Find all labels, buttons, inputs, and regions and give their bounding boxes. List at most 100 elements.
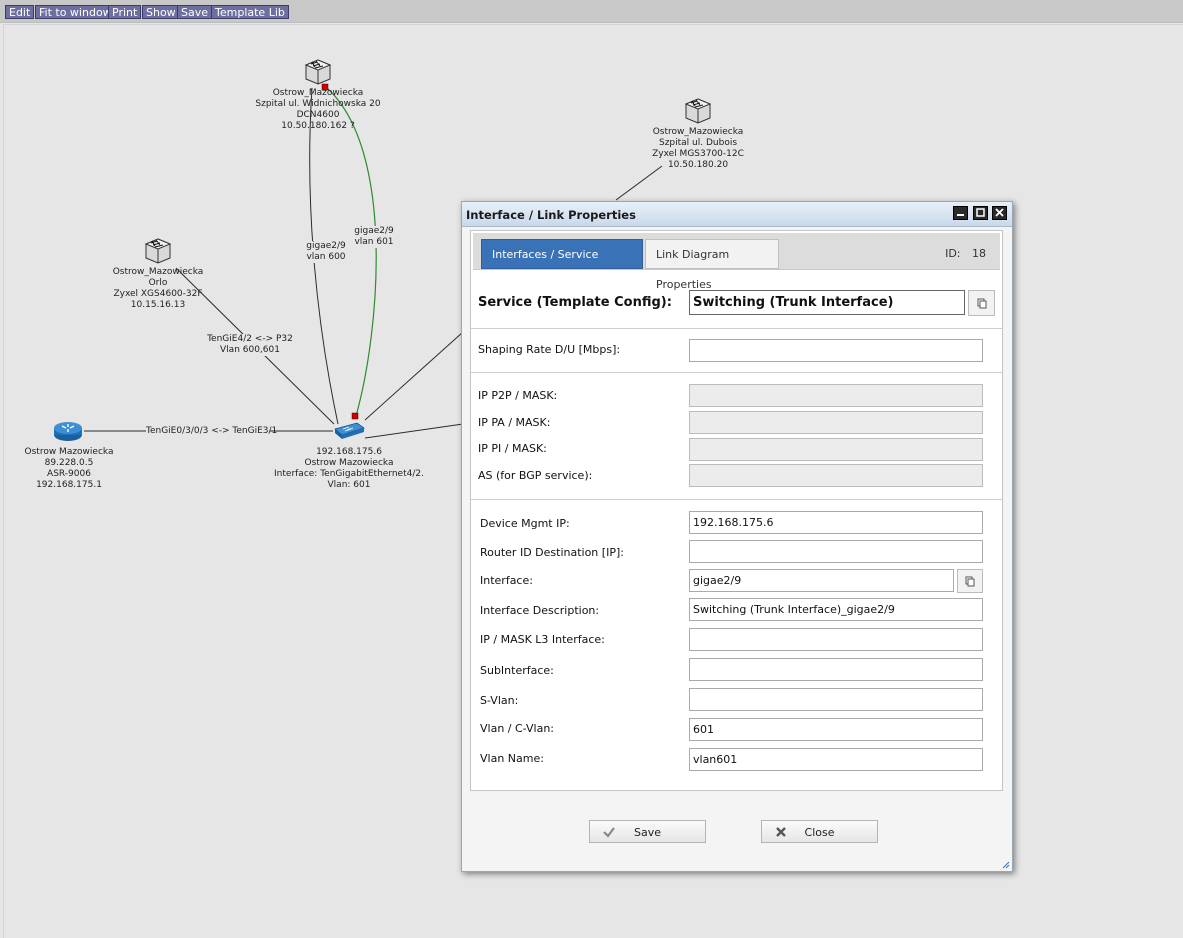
close-window-button[interactable]: [992, 206, 1007, 220]
blue-switch-icon[interactable]: [333, 421, 365, 441]
node-right-label: Ostrow_Mazowiecka Szpital ul. Dubois Zyx…: [628, 127, 768, 171]
save-button-label: Save: [633, 826, 661, 839]
interface-description-input[interactable]: Switching (Trunk Interface)_gigae2/9: [689, 598, 983, 621]
node-center-name: Ostrow Mazowiecka: [304, 458, 394, 468]
node-left-ip: 10.15.16.13: [130, 300, 186, 310]
s-vlan-label: S-Vlan:: [480, 694, 519, 707]
switch-icon[interactable]: [143, 238, 173, 264]
node-right-name: Ostrow_Mazowiecka: [652, 127, 744, 137]
tab-interfaces-service-property[interactable]: Interfaces / Service Property: [481, 239, 643, 291]
node-top-label: Ostrow_Mazowiecka Szpital ul. Widnichows…: [248, 88, 388, 132]
as-bgp-label: AS (for BGP service):: [478, 469, 593, 482]
link-label-port: TenGiE4/2 <-> P32: [207, 334, 293, 344]
as-bgp-input: [689, 464, 983, 487]
router-id-label: Router ID Destination [IP]:: [480, 546, 624, 559]
close-button-label: Close: [804, 826, 835, 839]
switch-icon[interactable]: [683, 98, 713, 124]
router-icon[interactable]: [52, 419, 84, 443]
id-label: ID:: [945, 247, 961, 260]
link-label-vlan: Vlan 600,601: [220, 345, 280, 355]
dialog-title: Interface / Link Properties: [466, 208, 636, 222]
node-right-model: Zyxel MGS3700-12C: [652, 149, 744, 159]
node-top-location: Szpital ul. Widnichowska 20: [255, 99, 381, 109]
vlan-name-label: Vlan Name:: [480, 752, 544, 765]
ip-pi-input: [689, 438, 983, 461]
record-id: ID: 18: [945, 247, 986, 260]
c-vlan-label: Vlan / C-Vlan:: [480, 722, 554, 735]
node-router-model: ASR-9006: [47, 469, 91, 479]
router-id-input[interactable]: [689, 540, 983, 563]
link-label-tengie0[interactable]: TenGiE0/3/0/3 <-> TenGiE3/1: [146, 426, 278, 437]
resize-grip-icon[interactable]: [1002, 861, 1010, 869]
ip-pi-label: IP PI / MASK:: [478, 442, 547, 455]
close-icon: [995, 208, 1004, 217]
link-center-right[interactable]: [364, 331, 464, 421]
ip-pa-input: [689, 411, 983, 434]
divider: [471, 328, 1002, 329]
node-left-name: Ostrow_Mazowiecka: [112, 267, 204, 277]
dialog-titlebar[interactable]: Interface / Link Properties: [462, 202, 1012, 227]
close-button[interactable]: Close: [761, 820, 878, 843]
interface-input[interactable]: gigae2/9: [689, 569, 954, 592]
node-top-model: DCN4600: [296, 110, 340, 120]
node-top-name: Ostrow_Mazowiecka: [272, 88, 364, 98]
link-label-vlan600[interactable]: gigae2/9 vlan 600: [300, 241, 352, 263]
s-vlan-input[interactable]: [689, 688, 983, 711]
link-label-port: gigae2/9: [354, 226, 394, 236]
link-label-vlan: vlan 601: [354, 237, 394, 247]
port-marker-center[interactable]: [351, 412, 359, 420]
ip-pa-label: IP PA / MASK:: [478, 416, 551, 429]
node-router-name: Ostrow Mazowiecka: [24, 447, 114, 457]
device-mgmt-ip-label: Device Mgmt IP:: [480, 517, 570, 530]
link-label-vlan: vlan 600: [306, 252, 346, 262]
interface-label: Interface:: [480, 574, 533, 587]
node-center-vlan: Vlan: 601: [327, 480, 371, 490]
link-label-tengie4[interactable]: TenGiE4/2 <-> P32 Vlan 600,601: [205, 334, 295, 356]
interface-description-label: Interface Description:: [480, 604, 600, 617]
link-label-port: gigae2/9: [306, 241, 346, 251]
link-label-port: TenGiE0/3/0/3 <-> TenGiE3/1: [146, 426, 278, 436]
node-left-location: Orlo: [148, 278, 168, 288]
switch-icon[interactable]: [303, 59, 333, 85]
subinterface-label: SubInterface:: [480, 664, 554, 677]
node-right-location: Szpital ul. Dubois: [658, 138, 738, 148]
shaping-rate-input[interactable]: [689, 339, 983, 362]
service-label: Service (Template Config):: [478, 295, 672, 310]
interface-link-properties-dialog: Interface / Link Properties Interfaces /…: [461, 201, 1013, 872]
service-template-select[interactable]: Switching (Trunk Interface): [689, 290, 965, 315]
tab-link-diagram-properties[interactable]: Link Diagram Properties: [645, 239, 779, 291]
copy-icon: [977, 298, 987, 309]
subinterface-input[interactable]: [689, 658, 983, 681]
save-button[interactable]: Save: [589, 820, 706, 843]
node-left-model: Zyxel XGS4600-32F: [113, 289, 203, 299]
copy-icon: [965, 576, 975, 587]
maximize-icon: [976, 208, 985, 217]
ip-mask-l3-label: IP / MASK L3 Interface:: [480, 633, 605, 646]
minimize-button[interactable]: [953, 206, 968, 220]
ip-mask-l3-input[interactable]: [689, 628, 983, 651]
node-top-ip: 10.50.180.162 ?: [281, 121, 355, 131]
node-right-ip: 10.50.180.20: [667, 160, 729, 170]
c-vlan-input[interactable]: 601: [689, 718, 983, 741]
maximize-button[interactable]: [973, 206, 988, 220]
node-router-mgmt-ip: 192.168.175.1: [36, 480, 102, 490]
device-mgmt-ip-input[interactable]: 192.168.175.6: [689, 511, 983, 534]
ip-p2p-input: [689, 384, 983, 407]
id-value: 18: [972, 247, 986, 260]
node-router-label: Ostrow Mazowiecka 89.228.0.5 ASR-9006 19…: [4, 447, 134, 491]
vlan-name-input[interactable]: vlan601: [689, 748, 983, 771]
link-label-vlan601[interactable]: gigae2/9 vlan 601: [350, 226, 398, 248]
node-left-label: Ostrow_Mazowiecka Orlo Zyxel XGS4600-32F…: [88, 267, 228, 311]
minimize-icon: [957, 214, 964, 216]
node-center-ip: 192.168.175.6: [316, 447, 382, 457]
link-right-down[interactable]: [615, 165, 663, 201]
node-center-interface: Interface: TenGigabitEthernet4/2.: [274, 469, 424, 479]
divider: [471, 499, 1002, 500]
shaping-rate-label: Shaping Rate D/U [Mbps]:: [478, 343, 621, 356]
service-copy-button[interactable]: [968, 290, 995, 316]
tab-strip: Interfaces / Service Property Link Diagr…: [473, 233, 1000, 291]
dialog-panel: Interfaces / Service Property Link Diagr…: [470, 230, 1003, 791]
interface-copy-button[interactable]: [957, 569, 983, 593]
ip-p2p-label: IP P2P / MASK:: [478, 389, 558, 402]
link-center-east[interactable]: [364, 423, 464, 439]
